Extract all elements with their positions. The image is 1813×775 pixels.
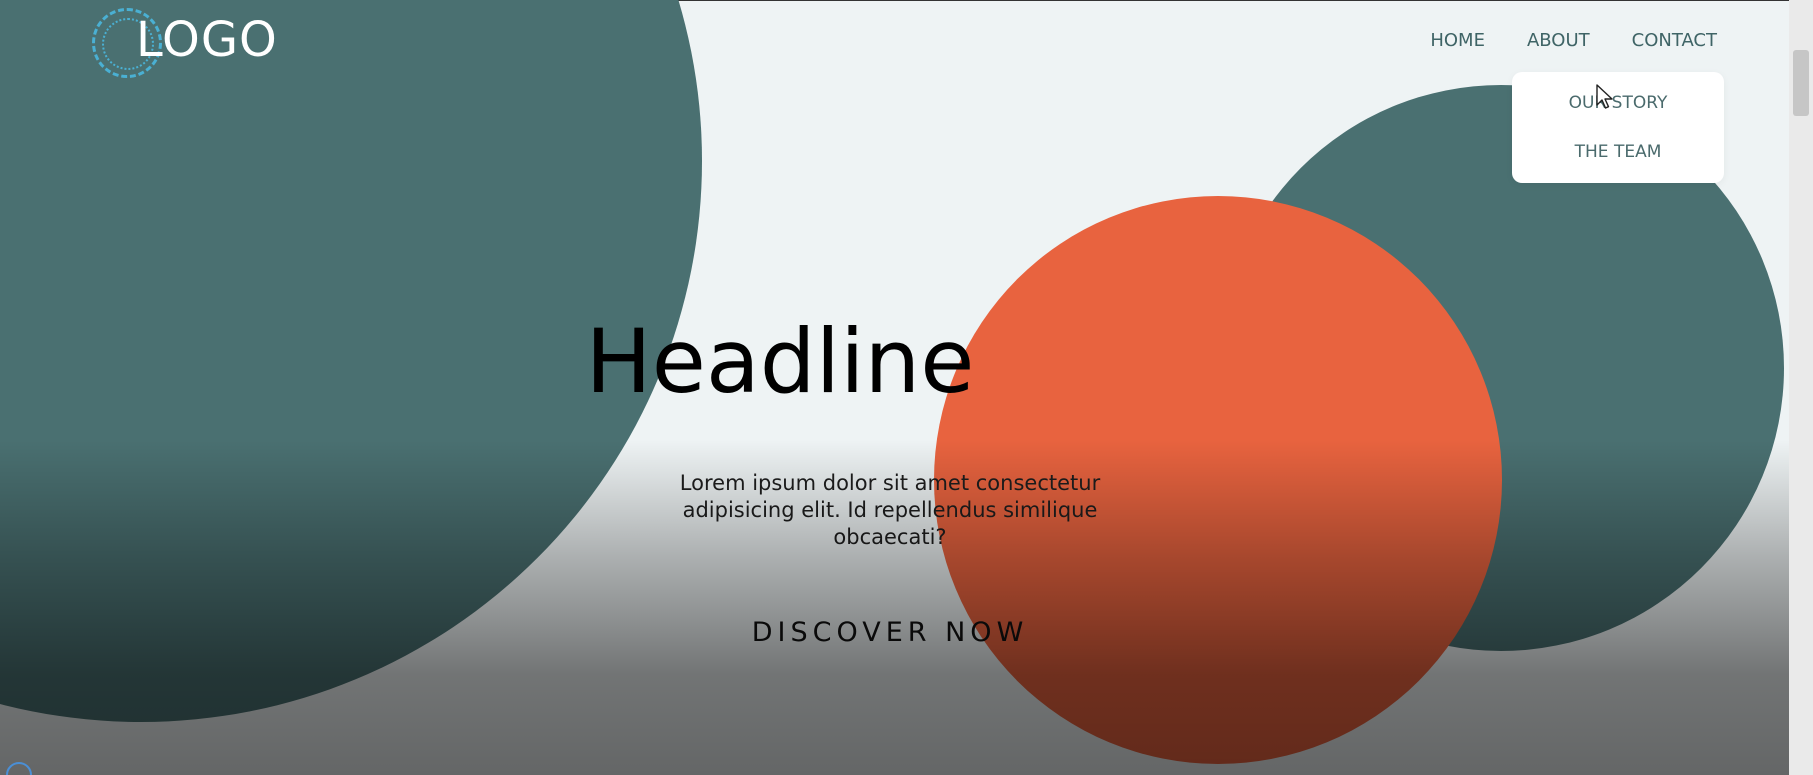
nav-item-about[interactable]: ABOUT — [1527, 30, 1590, 51]
page-scrollbar[interactable] — [1789, 0, 1813, 775]
landing-page: Headline Lorem ipsum dolor sit amet cons… — [0, 0, 1813, 775]
site-logo[interactable]: LOGO — [92, 6, 292, 82]
corner-circle-icon — [6, 762, 32, 775]
dropdown-item-our-story[interactable]: OUR STORY — [1512, 93, 1724, 113]
scrollbar-thumb[interactable] — [1793, 50, 1809, 116]
about-dropdown-menu: OUR STORY THE TEAM — [1512, 72, 1724, 183]
discover-now-button[interactable]: DISCOVER NOW — [700, 617, 1080, 648]
mouse-pointer-icon — [1596, 84, 1613, 109]
nav-item-contact[interactable]: CONTACT — [1632, 30, 1717, 51]
hero-subtext: Lorem ipsum dolor sit amet consectetur a… — [679, 471, 1101, 549]
dropdown-item-the-team[interactable]: THE TEAM — [1512, 142, 1724, 162]
hero-headline: Headline — [585, 310, 975, 413]
logo-text: LOGO — [136, 12, 278, 68]
nav-item-home[interactable]: HOME — [1430, 30, 1485, 51]
main-nav: HOME ABOUT CONTACT — [1430, 30, 1717, 51]
